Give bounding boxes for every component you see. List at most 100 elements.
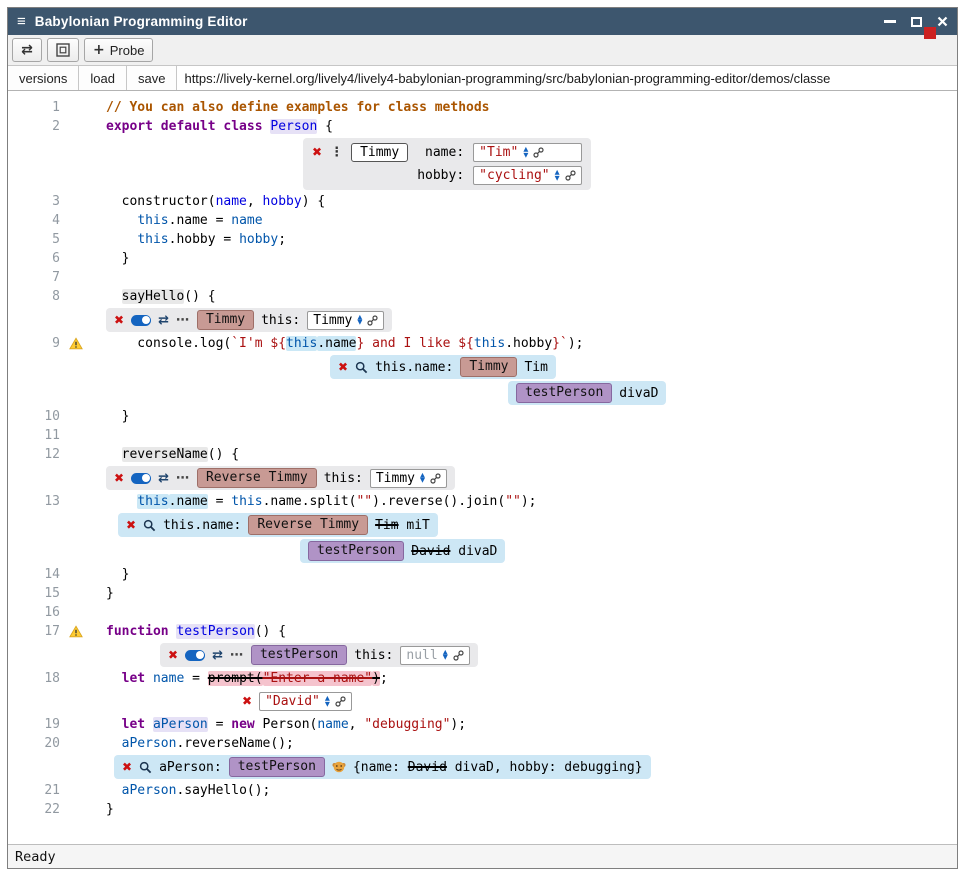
code-line[interactable]: 8 sayHello() { bbox=[8, 287, 957, 306]
probe-result-widget[interactable]: ✖this.name:Reverse TimmyTim miT bbox=[118, 513, 438, 537]
code-line[interactable]: 22} bbox=[8, 800, 957, 819]
stepper-icon[interactable]: ▲▼ bbox=[443, 650, 448, 661]
url-input[interactable]: https://lively-kernel.org/lively4/lively… bbox=[177, 66, 957, 90]
code-token: ); bbox=[521, 494, 537, 509]
stepper-icon[interactable]: ▲▼ bbox=[325, 696, 330, 707]
toggle-icon[interactable] bbox=[131, 315, 151, 326]
widget-row: ✖aPerson:testPerson{name: David divaD, h… bbox=[8, 755, 957, 779]
close-icon[interactable]: ✖ bbox=[168, 646, 178, 665]
toggle-icon[interactable] bbox=[131, 473, 151, 484]
example-widget[interactable]: ✖⋮Timmyname:"Tim"▲▼hobby:"cycling"▲▼ bbox=[303, 138, 591, 190]
more-icon[interactable]: ⋯ bbox=[176, 469, 190, 488]
code-line[interactable]: 2export default class Person { bbox=[8, 117, 957, 136]
probe-head-widget[interactable]: ✖⇄⋯Timmythis:Timmy▲▼ bbox=[106, 308, 392, 332]
code-line[interactable]: 21 aPerson.sayHello(); bbox=[8, 781, 957, 800]
add-probe-button[interactable]: + Probe bbox=[84, 38, 153, 62]
code-line[interactable]: 16 bbox=[8, 603, 957, 622]
close-icon[interactable]: ✖ bbox=[114, 311, 124, 330]
save-button[interactable]: save bbox=[127, 66, 177, 90]
link-icon[interactable] bbox=[533, 147, 544, 158]
probe-head-widget[interactable]: ✖⇄⋯testPersonthis:null▲▼ bbox=[160, 643, 478, 667]
link-icon[interactable] bbox=[453, 650, 464, 661]
load-button[interactable]: load bbox=[79, 66, 127, 90]
code-token: let bbox=[122, 671, 145, 686]
example-badge[interactable]: Reverse Timmy bbox=[248, 515, 368, 535]
code-line[interactable]: 4 this.name = name bbox=[8, 211, 957, 230]
code-line[interactable]: 13 this.name = this.name.split("").rever… bbox=[8, 492, 957, 511]
example-badge[interactable]: testPerson bbox=[516, 383, 612, 403]
magnifier-icon[interactable] bbox=[143, 519, 156, 532]
drag-handle-icon[interactable]: ⋮ bbox=[330, 143, 343, 162]
swap-icon[interactable]: ⇄ bbox=[212, 646, 223, 665]
code-line[interactable]: 14 } bbox=[8, 565, 957, 584]
example-badge[interactable]: testPerson bbox=[251, 645, 347, 665]
code-line[interactable]: 9 console.log(`I'm ${this.name} and I li… bbox=[8, 334, 957, 353]
code-token: name bbox=[231, 213, 262, 228]
more-icon[interactable]: ⋯ bbox=[176, 311, 190, 330]
code-line[interactable]: 5 this.hobby = hobby; bbox=[8, 230, 957, 249]
value-input[interactable]: null▲▼ bbox=[400, 646, 469, 665]
close-icon[interactable]: ✖ bbox=[122, 758, 132, 777]
code-line[interactable]: 19 let aPerson = new Person(name, "debug… bbox=[8, 715, 957, 734]
swap-editors-button[interactable]: ⇄ bbox=[12, 38, 42, 62]
example-badge[interactable]: Reverse Timmy bbox=[197, 468, 317, 488]
probe-result-widget[interactable]: ✖this.name:TimmyTim bbox=[330, 355, 556, 379]
example-badge[interactable]: testPerson bbox=[308, 541, 404, 561]
code-line[interactable]: 11 bbox=[8, 426, 957, 445]
probe-result-widget[interactable]: testPersonDavid divaD bbox=[300, 539, 505, 563]
code-line[interactable]: 12 reverseName() { bbox=[8, 445, 957, 464]
stepper-icon[interactable]: ▲▼ bbox=[357, 315, 362, 326]
probe-head-widget[interactable]: ✖⇄⋯Reverse Timmythis:Timmy▲▼ bbox=[106, 466, 455, 490]
link-icon[interactable] bbox=[367, 315, 378, 326]
close-icon[interactable]: ✖ bbox=[114, 469, 124, 488]
swap-icon[interactable]: ⇄ bbox=[158, 311, 169, 330]
maximize-button[interactable] bbox=[911, 17, 922, 27]
probe-result-widget[interactable]: testPersondivaD bbox=[508, 381, 666, 405]
value-input[interactable]: "David"▲▼ bbox=[259, 692, 352, 711]
example-badge[interactable]: testPerson bbox=[229, 757, 325, 777]
example-name-input[interactable]: Timmy bbox=[351, 143, 408, 162]
magnifier-icon[interactable] bbox=[355, 361, 368, 374]
probe-result-widget[interactable]: ✖aPerson:testPerson{name: David divaD, h… bbox=[114, 755, 651, 779]
code-line[interactable]: 1// You can also define examples for cla… bbox=[8, 98, 957, 117]
more-icon[interactable]: ⋯ bbox=[230, 646, 244, 665]
code-line[interactable]: 10 } bbox=[8, 407, 957, 426]
code-line[interactable]: 7 bbox=[8, 268, 957, 287]
value-input[interactable]: Timmy▲▼ bbox=[370, 469, 447, 488]
value-input[interactable]: Timmy▲▼ bbox=[307, 311, 384, 330]
value-input[interactable]: "cycling"▲▼ bbox=[473, 166, 581, 185]
stepper-icon[interactable]: ▲▼ bbox=[523, 147, 528, 158]
close-icon[interactable]: ✖ bbox=[312, 143, 322, 162]
close-icon[interactable]: ✖ bbox=[338, 358, 348, 377]
close-icon[interactable]: ✖ bbox=[126, 516, 136, 535]
example-badge[interactable]: Timmy bbox=[197, 310, 254, 330]
code-line[interactable]: 15} bbox=[8, 584, 957, 603]
swap-icon[interactable]: ⇄ bbox=[158, 469, 169, 488]
link-icon[interactable] bbox=[430, 473, 441, 484]
example-badge[interactable]: Timmy bbox=[460, 357, 517, 377]
warn-slot bbox=[64, 211, 90, 230]
replacement-widget[interactable]: ✖ "David"▲▼ bbox=[242, 690, 352, 713]
code-line[interactable]: 17function testPerson() { bbox=[8, 622, 957, 641]
editor[interactable]: 1// You can also define examples for cla… bbox=[8, 91, 957, 844]
code-line[interactable]: 20 aPerson.reverseName(); bbox=[8, 734, 957, 753]
code-line[interactable]: 18 let name = prompt("Enter a name"); bbox=[8, 669, 957, 688]
code-text: let aPerson = new Person(name, "debuggin… bbox=[90, 715, 957, 734]
toggle-icon[interactable] bbox=[185, 650, 205, 661]
stepper-icon[interactable]: ▲▼ bbox=[420, 473, 425, 484]
magnifier-icon[interactable] bbox=[139, 761, 152, 774]
versions-button[interactable]: versions bbox=[8, 66, 79, 90]
code-line[interactable]: 6 } bbox=[8, 249, 957, 268]
code-token: { bbox=[317, 119, 333, 134]
link-icon[interactable] bbox=[335, 696, 346, 707]
value-input[interactable]: "Tim"▲▼ bbox=[473, 143, 581, 162]
menu-icon[interactable]: ≡ bbox=[17, 13, 26, 30]
minimize-button[interactable] bbox=[884, 20, 896, 23]
stepper-icon[interactable]: ▲▼ bbox=[555, 170, 560, 181]
code-line[interactable]: 3 constructor(name, hobby) { bbox=[8, 192, 957, 211]
open-container-button[interactable] bbox=[47, 38, 79, 62]
close-icon[interactable]: ✖ bbox=[242, 692, 252, 711]
titlebar[interactable]: ≡ Babylonian Programming Editor bbox=[8, 8, 957, 35]
link-icon[interactable] bbox=[565, 170, 576, 181]
close-window-button[interactable] bbox=[937, 16, 948, 27]
